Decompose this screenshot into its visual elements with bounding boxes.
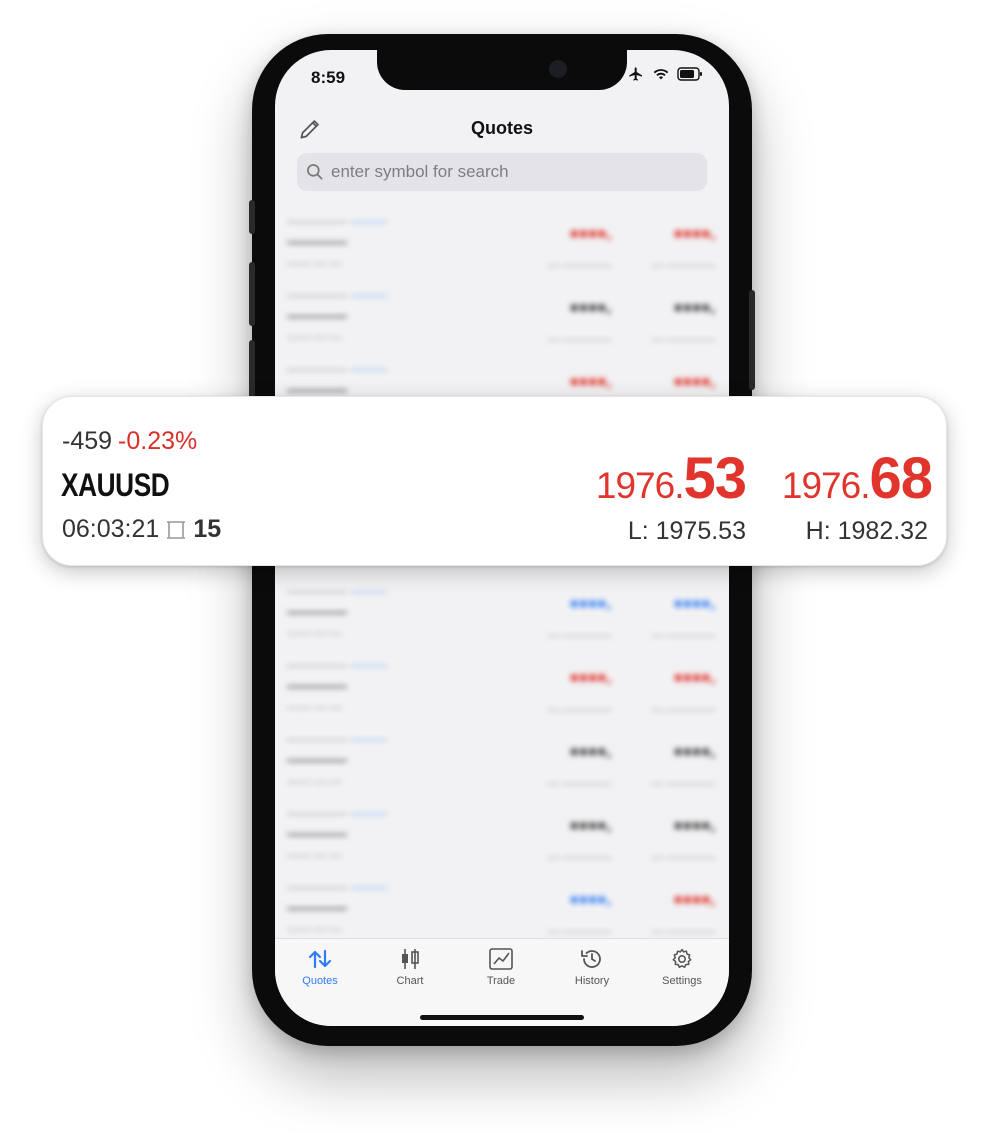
wifi-icon <box>653 69 669 80</box>
list-item[interactable]: ———————— —————— — — ▪▪▪▪▪▪▪▪▪▪ — ————— —… <box>275 578 729 652</box>
ask-price-base: 1976. <box>781 465 871 506</box>
power-button <box>749 290 755 390</box>
gear-icon <box>672 948 692 968</box>
volume-up-button <box>249 262 255 326</box>
trade-chart-icon <box>489 948 513 970</box>
search-bar[interactable] <box>297 153 707 191</box>
tab-chart[interactable]: Chart <box>370 947 450 987</box>
list-item[interactable]: ———————— —————— — — ▪▪▪▪▪▪▪▪▪▪ — ————— —… <box>275 282 729 356</box>
ask-price-big: 68 <box>869 446 933 511</box>
spread-icon <box>167 520 186 539</box>
volume-down-button <box>249 340 255 404</box>
candlestick-chart-icon <box>402 949 419 969</box>
page-title: Quotes <box>470 118 533 138</box>
bid-price-base: 1976. <box>595 465 685 506</box>
quotes-list-blurred: ————— ——— ———— —— — — ▪▪▪▪▪ ▪▪▪▪▪ — ———— — —… <box>275 208 729 948</box>
list-item[interactable]: ———————— —————— — — ▪▪▪▪▪▪▪▪▪▪ — ————— —… <box>275 652 729 726</box>
tab-chart-label: Chart <box>396 975 424 987</box>
ask-price[interactable]: 1976.68 <box>781 445 933 512</box>
symbol-name: XAUUSD <box>61 467 170 503</box>
navigation-bar: Quotes <box>275 114 729 144</box>
tab-quotes[interactable]: Quotes <box>280 947 360 987</box>
bid-price-big: 53 <box>683 446 747 511</box>
tab-quotes-label: Quotes <box>302 975 338 987</box>
tab-trade-label: Trade <box>486 975 516 987</box>
quote-time-row: 06:03:21 15 <box>62 515 221 544</box>
battery-icon <box>677 67 702 81</box>
search-input[interactable] <box>331 162 691 182</box>
spread-value: 15 <box>193 515 222 543</box>
front-camera <box>549 60 567 78</box>
quote-time: 06:03:21 <box>62 515 160 543</box>
list-item[interactable]: ———————— —————— — — ▪▪▪▪▪▪▪▪▪▪ — ————— —… <box>275 208 729 282</box>
change-points: -459 <box>62 427 113 455</box>
bid-price[interactable]: 1976.53 <box>595 445 747 512</box>
search-icon <box>307 164 323 180</box>
tab-bar: Quotes Chart Trade History Settings <box>275 938 729 1026</box>
history-clock-icon <box>581 950 601 968</box>
tab-settings[interactable]: Settings <box>642 947 722 987</box>
status-icons <box>627 66 703 82</box>
highlighted-quote-card[interactable]: -459 -0.23% XAUUSD 06:03:21 15 1976.53 19… <box>42 396 947 566</box>
price-change: -459 -0.23% <box>62 427 197 456</box>
list-item[interactable]: ———————— —————— — — ▪▪▪▪▪▪▪▪▪▪ — ————— —… <box>275 726 729 800</box>
list-item[interactable]: ———————— —————— — — ▪▪▪▪▪▪▪▪▪▪ — ————— —… <box>275 800 729 874</box>
change-percent: -0.23% <box>118 427 198 455</box>
low-price: L: 1975.53 <box>627 517 746 545</box>
tab-history-label: History <box>574 975 610 987</box>
status-time: 8:59 <box>311 68 346 87</box>
high-price: H: 1982.32 <box>805 517 928 545</box>
notch <box>377 50 627 90</box>
quotes-arrows-icon <box>308 949 332 969</box>
home-indicator <box>420 1015 584 1020</box>
tab-trade[interactable]: Trade <box>461 947 541 987</box>
airplane-mode-icon <box>629 67 642 81</box>
tab-history[interactable]: History <box>552 947 632 987</box>
tab-settings-label: Settings <box>662 975 702 987</box>
list-item[interactable]: ———————— —————— — — ▪▪▪▪▪▪▪▪▪▪ — ————— —… <box>275 874 729 948</box>
mute-switch <box>249 200 255 234</box>
